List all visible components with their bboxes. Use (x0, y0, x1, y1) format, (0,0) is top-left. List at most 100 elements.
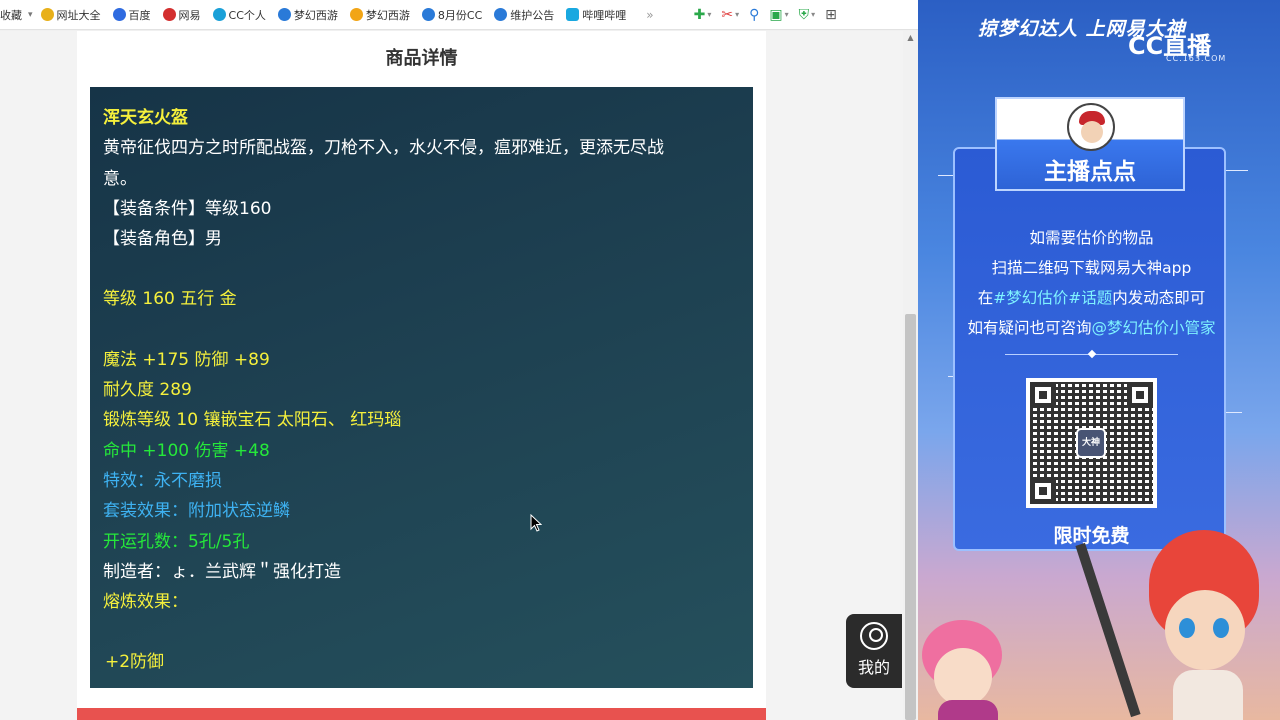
search-icon[interactable]: ⚲ (749, 7, 759, 23)
chevron-down-icon[interactable]: ▾ (28, 10, 33, 20)
page-content: 商品详情 浑天玄火盔 黄帝征伐四方之时所配战盔，刀枪不入，水火不侵，瘟邪难近，更… (0, 31, 903, 720)
staff-illustration (1075, 542, 1141, 718)
action-bar[interactable] (77, 708, 766, 720)
char-face (934, 648, 992, 706)
char-eye (1213, 618, 1229, 638)
item-set-effect: 套装效果：附加状态逆鳞 (103, 501, 290, 522)
bookmark-favorites[interactable]: 收藏 (0, 7, 22, 23)
mouse-cursor-icon (530, 514, 542, 532)
more-bookmarks-button[interactable]: » (646, 8, 653, 22)
char-eye (1179, 618, 1195, 638)
bookmark-label: 网址大全 (56, 8, 101, 22)
bookmark-label: 收藏 (0, 8, 22, 22)
card-line: 扫描二维码下载网易大神app (991, 259, 1192, 277)
bookmark-item[interactable]: 百度 (112, 7, 151, 23)
item-forge: 锻炼等级 10 镶嵌宝石 太阳石、 红玛瑙 (103, 410, 402, 431)
panel-title: 商品详情 (385, 48, 458, 69)
side-banner: 掠梦幻达人 上网易大神 CC直播 CC.163.COM 如需要估价的物品 扫描二… (918, 0, 1280, 720)
host-title: 主播点点 (1044, 159, 1136, 185)
avatar-face (1081, 121, 1103, 143)
site-icon (494, 8, 508, 21)
char-body (938, 700, 998, 720)
site-icon (112, 8, 126, 21)
gamepad-icon[interactable]: ▣ ▾ (769, 7, 788, 23)
host-card: 如需要估价的物品 扫描二维码下载网易大神app 在#梦幻估价#话题内发动态即可 … (953, 147, 1226, 551)
my-account-button[interactable]: 我的 (846, 614, 902, 688)
qr-pattern: 大神 (1030, 382, 1153, 504)
product-panel: 商品详情 浑天玄火盔 黄帝征伐四方之时所配战盔，刀枪不入，水火不侵，瘟邪难近，更… (77, 31, 766, 720)
bookmark-item[interactable]: 网址大全 (40, 7, 101, 23)
site-icon (40, 8, 54, 21)
item-name: 浑天玄火盔 (103, 108, 188, 128)
shield-icon[interactable]: ⛨ ▾ (799, 7, 816, 23)
bookmarks-bar: 收藏 ▾ 网址大全 百度 网易 CC个人 梦幻西游 梦幻西游 8月份CC 维护公… (0, 0, 918, 30)
bookmark-item[interactable]: 哔哩哔哩 (566, 7, 626, 23)
item-description: 黄帝征伐四方之时所配战盔，刀枪不入，水火不侵，瘟邪难近，更添无尽战 意。 (103, 133, 740, 194)
character-illustration (1143, 530, 1273, 720)
bookmark-item[interactable]: 网易 (162, 7, 201, 23)
banner-header: 掠梦幻达人 上网易大神 CC直播 CC.163.COM (918, 0, 1280, 70)
card-divider (1005, 354, 1178, 355)
grid-icon[interactable]: ⊞ (825, 7, 837, 23)
qr-code: 大神 (1026, 378, 1157, 508)
item-detail-box: 浑天玄火盔 黄帝征伐四方之时所配战盔，刀枪不入，水火不侵，瘟邪难近，更添无尽战意… (90, 87, 753, 688)
card-line: 如需要估价的物品 (1029, 229, 1154, 247)
item-description-line: 黄帝征伐四方之时所配战盔，刀枪不入，水火不侵，瘟邪难近，更添无尽战 (103, 138, 664, 159)
scroll-thumb[interactable] (905, 314, 916, 720)
item-holes: 开运孔数：5孔/5孔 (103, 531, 250, 552)
bookmark-label: 百度 (128, 8, 151, 22)
user-icon (860, 622, 888, 650)
avatar (1067, 103, 1115, 151)
card-line-text: 在 (977, 289, 994, 307)
bookmark-item[interactable]: 梦幻西游 (349, 7, 410, 23)
card-line: 如有疑问也可咨询@梦幻估价小管家 (955, 313, 1228, 343)
topic-tag[interactable]: #梦幻估价#话题 (993, 289, 1112, 307)
item-stats-primary: 魔法 +175 防御 +89 (103, 349, 270, 370)
cc-logo-sub: CC.163.COM (1166, 54, 1227, 63)
char-body (1173, 670, 1243, 720)
scissors-icon[interactable]: ✂ ▾ (721, 7, 739, 23)
item-smelt: 熔炼效果： (103, 592, 188, 613)
item-level-element: 等级 160 五行 金 (103, 289, 237, 310)
char-face (1165, 590, 1245, 670)
bookmark-item[interactable]: 梦幻西游 (277, 7, 338, 23)
card-line: 在#梦幻估价#话题内发动态即可 (955, 283, 1228, 313)
site-icon (162, 8, 176, 21)
site-icon (277, 8, 291, 21)
my-account-label: 我的 (857, 658, 890, 677)
host-header-box: 主播点点 (995, 97, 1185, 191)
host-card-text: 如需要估价的物品 扫描二维码下载网易大神app 在#梦幻估价#话题内发动态即可 … (955, 223, 1228, 343)
scrollbar[interactable]: ▲ (903, 31, 918, 720)
qr-finder (1030, 478, 1056, 504)
item-durability: 耐久度 289 (103, 380, 192, 401)
site-icon (349, 8, 363, 21)
qr-finder (1030, 382, 1056, 408)
bookmark-label: 梦幻西游 (293, 8, 338, 22)
card-line-text: 内发动态即可 (1112, 289, 1206, 307)
item-maker: 制造者：ょ．兰武辉＂强化打造 (103, 561, 341, 582)
bookmark-label: CC个人 (228, 8, 266, 22)
bookmark-label: 网易 (178, 8, 201, 22)
item-req-role: 【装备角色】男 (103, 229, 222, 250)
item-smelt-value: +2防御 (105, 652, 165, 673)
bookmark-item[interactable]: 8月份CC (421, 7, 483, 23)
bookmark-label: 梦幻西游 (365, 8, 410, 22)
bookmark-item[interactable]: CC个人 (212, 7, 266, 23)
bookmark-label: 8月份CC (437, 8, 483, 22)
apps-icon[interactable]: ✚ ▾ (694, 7, 712, 23)
qr-finder (1127, 382, 1153, 408)
scroll-up-icon[interactable]: ▲ (903, 31, 918, 45)
item-special: 特效：永不磨损 (103, 470, 222, 491)
item-stats-secondary: 命中 +100 伤害 +48 (103, 440, 270, 461)
character-illustration-small (918, 620, 1018, 720)
site-icon (212, 8, 226, 21)
contact-mention[interactable]: @梦幻估价小管家 (1092, 319, 1216, 337)
qr-logo: 大神 (1076, 428, 1106, 458)
site-icon (566, 8, 580, 21)
site-icon (421, 8, 435, 21)
bookmark-item[interactable]: 维护公告 (494, 7, 554, 23)
item-req-level: 【装备条件】等级160 (103, 198, 272, 219)
